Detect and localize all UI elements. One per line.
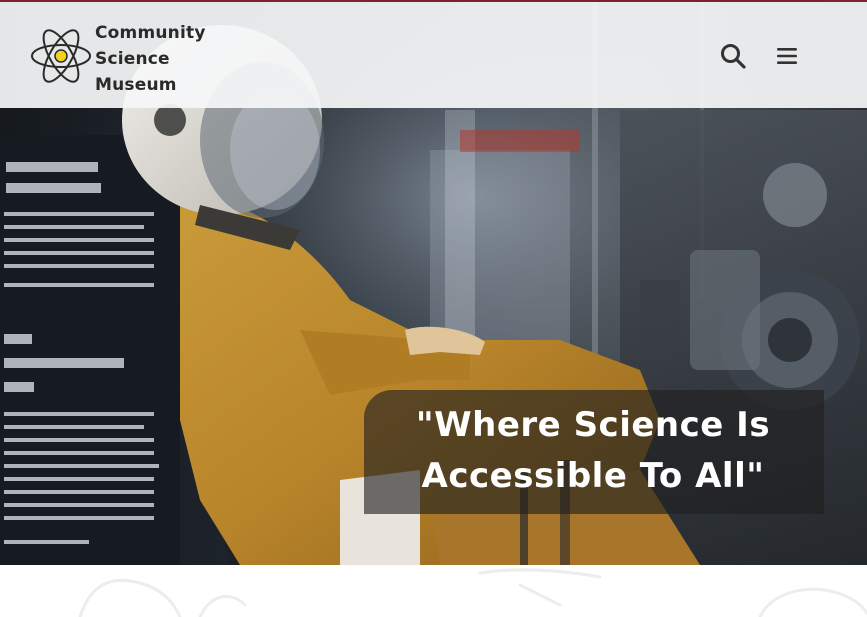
site-name-line-1: Community [95,23,206,43]
menu-button[interactable] [770,38,804,74]
site-name-line-2: Science [95,49,170,69]
search-button[interactable] [716,38,750,74]
site-name-line-3: Museum [95,75,177,95]
site-header: Community Science Museum [0,0,867,108]
site-logo[interactable]: Community Science Museum [30,20,220,95]
hamburger-menu-icon [777,48,797,64]
atom-logo-icon [31,29,91,83]
decorative-doodle-pattern [78,568,867,617]
search-icon [721,44,746,69]
content-section [0,565,867,617]
hero-tagline-line-1: "Where Science Is [415,405,771,445]
hero-tagline: "Where Science Is Accessible To All" [392,400,794,502]
site-name: Community Science Museum [95,20,206,98]
hero-tagline-line-2: Accessible To All" [421,456,765,496]
